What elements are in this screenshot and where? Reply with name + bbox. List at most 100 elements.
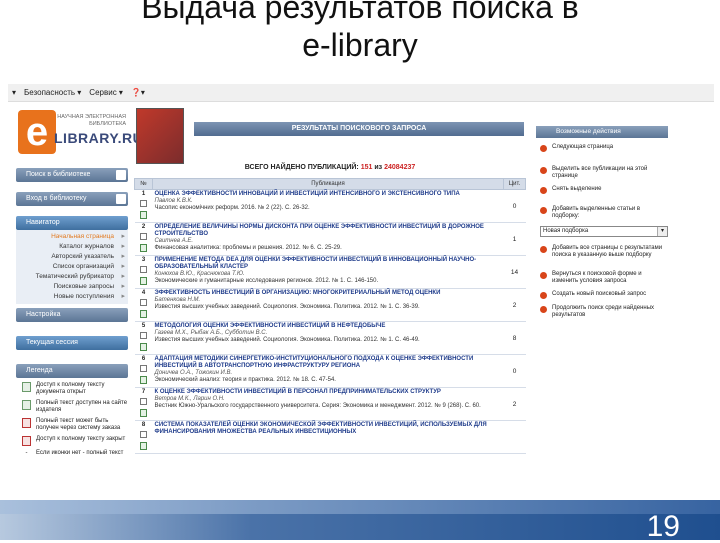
page-icon[interactable]: ▾ <box>12 84 16 101</box>
row-checkbox[interactable] <box>140 200 147 207</box>
publication-cell: МЕТОДОЛОГИЯ ОЦЕНКИ ЭФФЕКТИВНОСТИ ИНВЕСТИ… <box>152 321 504 355</box>
citation-count[interactable] <box>503 420 526 454</box>
publication-journal[interactable]: Экономический анализ: теория и практика.… <box>155 377 502 384</box>
nav-item-rubricator[interactable]: Тематический рубрикатор <box>16 272 128 282</box>
publication-title-link[interactable]: АДАПТАЦИЯ МЕТОДИКИ СИНЕРГЕТИКО-ИНСТИТУЦИ… <box>155 356 502 370</box>
nav-item-home[interactable]: Начальная страница <box>16 232 128 242</box>
fulltext-icon[interactable] <box>140 376 147 384</box>
publication-title-link[interactable]: СИСТЕМА ПОКАЗАТЕЛЕЙ ОЦЕНКИ ЭКОНОМИЧЕСКОЙ… <box>155 422 502 436</box>
nav-item-authors[interactable]: Авторский указатель <box>16 252 128 262</box>
publication-authors[interactable]: Газеев М.Х., Рыбак А.Б., Субботин В.С. <box>155 330 502 337</box>
action-add-selected[interactable]: Добавить выделенные статьи в подборку: <box>536 206 668 220</box>
publication-title-link[interactable]: К ОЦЕНКЕ ЭФФЕКТИВНОСТИ ИНВЕСТИЦИЙ В ПЕРС… <box>155 389 502 396</box>
service-menu[interactable]: Сервис ▾ <box>89 84 123 101</box>
publication-authors[interactable]: Ветров М.К., Ларин О.Н. <box>155 396 502 403</box>
help-icon[interactable]: ❓▾ <box>131 84 145 101</box>
publication-journal[interactable]: Известия высших учебных заведений. Социо… <box>155 337 502 344</box>
chevron-down-icon: ▾ <box>657 227 667 236</box>
publication-title-link[interactable]: ПРИМЕНЕНИЕ МЕТОДА DEA ДЛЯ ОЦЕНКИ ЭФФЕКТИ… <box>155 257 502 271</box>
legend-header[interactable]: Легенда <box>16 364 128 378</box>
row-checkbox[interactable] <box>140 398 147 405</box>
elibrary-logo[interactable]: e НАУЧНАЯ ЭЛЕКТРОННАЯ БИБЛИОТЕКА LIBRARY… <box>16 106 143 162</box>
publication-authors[interactable]: Павлов К.В.К. <box>155 198 502 205</box>
publication-authors[interactable]: Конюхов В.Ю., Краснюкова Т.Ю. <box>155 271 502 278</box>
fulltext-icon[interactable] <box>140 244 147 252</box>
row-checkbox[interactable] <box>140 332 147 339</box>
row-number: 7 <box>134 387 153 421</box>
citation-count[interactable]: 2 <box>503 387 526 421</box>
session-header[interactable]: Текущая сессия <box>16 336 128 350</box>
row-checkbox[interactable] <box>140 266 147 273</box>
publication-title-link[interactable]: ОПРЕДЕЛЕНИЕ ВЕЛИЧИНЫ НОРМЫ ДИСКОНТА ПРИ … <box>155 224 502 238</box>
dash-icon: - <box>25 450 28 456</box>
publication-cell: ЭФФЕКТИВНОСТЬ ИНВЕСТИЦИЙ В ОРГАНИЗАЦИЮ: … <box>152 288 504 322</box>
logo-tagline: НАУЧНАЯ ЭЛЕКТРОННАЯ БИБЛИОТЕКА <box>57 114 126 127</box>
row-number: 5 <box>134 321 153 355</box>
citation-count[interactable]: 2 <box>503 288 526 322</box>
fulltext-icon[interactable] <box>140 409 147 417</box>
legend-item: - Если иконки нет - полный текст <box>22 450 128 457</box>
col-num-header: № <box>134 178 153 190</box>
action-next-page[interactable]: Следующая страница <box>536 144 668 152</box>
nav-item-journals[interactable]: Каталог журналов <box>16 242 128 252</box>
citation-count[interactable]: 14 <box>503 255 526 289</box>
publication-journal[interactable]: Известия высших учебных заведений. Социо… <box>155 304 502 311</box>
fulltext-icon[interactable] <box>140 277 147 285</box>
table-row: 5 МЕТОДОЛОГИЯ ОЦЕНКИ ЭФФЕКТИВНОСТИ ИНВЕСТ… <box>134 321 526 355</box>
logo-e-icon: e <box>18 110 56 154</box>
security-menu[interactable]: Безопасность ▾ <box>24 84 81 101</box>
citation-count[interactable]: 8 <box>503 321 526 355</box>
fulltext-icon[interactable] <box>140 442 147 450</box>
publication-title-link[interactable]: ЭФФЕКТИВНОСТЬ ИНВЕСТИЦИЙ В ОРГАНИЗАЦИЮ: … <box>155 290 502 297</box>
publisher-access-icon <box>22 400 31 410</box>
screenshot: ▾ Безопасность ▾ Сервис ▾ ❓▾ e НАУЧНАЯ Э… <box>8 84 714 500</box>
open-access-icon <box>22 382 31 392</box>
arrow-icon <box>540 207 547 214</box>
col-cit-header: Цит. <box>503 178 526 190</box>
action-deselect[interactable]: Снять выделение <box>536 186 668 194</box>
table-row: 2 ОПРЕДЕЛЕНИЕ ВЕЛИЧИНЫ НОРМЫ ДИСКОНТА ПРИ… <box>134 222 526 256</box>
legend-item: Полный текст может быть получен через си… <box>22 418 128 432</box>
navigator-header[interactable]: Навигатор <box>16 216 128 230</box>
publication-journal[interactable]: Часопис економічних реформ. 2016. № 2 (2… <box>155 205 502 212</box>
login-button[interactable]: Вход в библиотеку <box>16 192 128 206</box>
results-header: РЕЗУЛЬТАТЫ ПОИСКОВОГО ЗАПРОСА <box>194 122 524 136</box>
action-search-within[interactable]: Продолжить поиск среди найденных результ… <box>536 305 668 319</box>
publication-authors[interactable]: Свитнев А.Е. <box>155 238 502 245</box>
nav-item-queries[interactable]: Поисковые запросы <box>16 282 128 292</box>
publication-title-link[interactable]: ОЦЕНКА ЭФФЕКТИВНОСТИ ИННОВАЦИЙ И ИНВЕСТИ… <box>155 191 502 198</box>
fulltext-icon[interactable] <box>140 343 147 351</box>
nav-item-organizations[interactable]: Список организаций <box>16 262 128 272</box>
row-checkbox[interactable] <box>140 299 147 306</box>
row-checkbox[interactable] <box>140 365 147 372</box>
publication-authors[interactable]: Доничев О.А., Тожокин И.В. <box>155 370 502 377</box>
action-add-all[interactable]: Добавить все страницы с результатами пои… <box>536 245 668 259</box>
journal-cover-image <box>136 108 184 164</box>
row-checkbox[interactable] <box>140 431 147 438</box>
table-row: 6 АДАПТАЦИЯ МЕТОДИКИ СИНЕРГЕТИКО-ИНСТИТУЦ… <box>134 354 526 388</box>
search-library-button[interactable]: Поиск в библиотеке <box>16 168 128 182</box>
row-checkbox[interactable] <box>140 233 147 240</box>
citation-count[interactable]: 1 <box>503 222 526 256</box>
table-row: 8 СИСТЕМА ПОКАЗАТЕЛЕЙ ОЦЕНКИ ЭКОНОМИЧЕСКО… <box>134 420 526 454</box>
publication-journal[interactable]: Экономические и гуманитарные исследовани… <box>155 278 502 285</box>
settings-button[interactable]: Настройка <box>16 308 128 322</box>
publication-title-link[interactable]: МЕТОДОЛОГИЯ ОЦЕНКИ ЭФФЕКТИВНОСТИ ИНВЕСТИ… <box>155 323 502 330</box>
action-back-to-form[interactable]: Вернуться к поисковой форме и изменить у… <box>536 271 668 285</box>
citation-count[interactable]: 0 <box>503 354 526 388</box>
row-number: 1 <box>134 189 153 223</box>
nav-item-new[interactable]: Новые поступления <box>16 292 128 302</box>
slide-title: Выдача результатов поиска в e-library <box>0 0 720 82</box>
action-new-query[interactable]: Создать новый поисковый запрос <box>536 291 668 299</box>
publication-cell: К ОЦЕНКЕ ЭФФЕКТИВНОСТИ ИНВЕСТИЦИЙ В ПЕРС… <box>152 387 504 421</box>
publication-journal[interactable]: Вестник Южно-Уральского государственного… <box>155 403 502 410</box>
fulltext-icon[interactable] <box>140 211 147 219</box>
fulltext-icon[interactable] <box>140 310 147 318</box>
citation-count[interactable]: 0 <box>503 189 526 223</box>
action-select-all[interactable]: Выделить все публикации на этой странице <box>536 166 668 180</box>
results-table: № Публикация Цит. 1 ОЦЕНКА ЭФФЕКТИВНОСТИ … <box>134 178 526 454</box>
collection-select[interactable]: Новая подборка ▾ <box>540 226 668 237</box>
publication-authors[interactable]: Батенкова Н.М. <box>155 297 502 304</box>
publication-journal[interactable]: Финансовая аналитика: проблемы и решения… <box>155 245 502 252</box>
actions-header: Возможные действия <box>536 126 668 138</box>
